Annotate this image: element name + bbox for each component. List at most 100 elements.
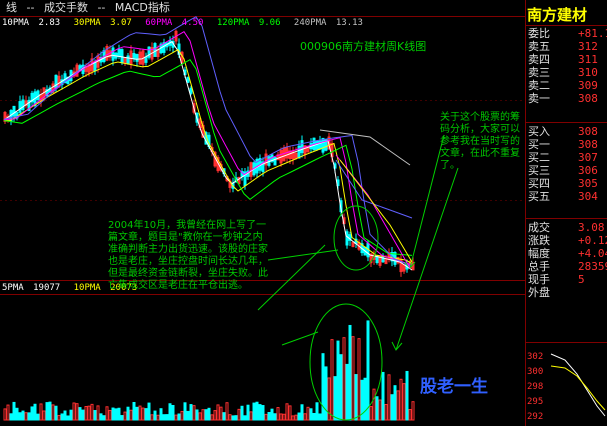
volume-bar [15,407,19,421]
volume-bar [288,405,292,421]
volume-bar [162,414,166,421]
volume-bar [300,404,304,421]
volume-bar [9,413,13,421]
volume-bar [180,410,184,421]
volume-bar [75,403,79,421]
watermark: 股老一生 [420,377,488,397]
quote-value: 312 [578,40,598,53]
quote-value: 307 [578,151,598,164]
quote-value: +0.12 [578,234,607,247]
volume-bar [153,410,157,421]
candle-body [321,137,325,153]
tab-sep-1: -- [26,1,35,14]
volume-bar [129,409,133,421]
quote-row: 买四 305 [528,177,606,190]
volume-bar [279,413,283,421]
volume-bar [21,410,25,421]
volume-bar [342,337,346,421]
quote-value: 309 [578,79,598,92]
volume-bar [243,415,247,421]
volume-bar [195,409,199,421]
quote-label: 委比 [528,27,550,40]
quote-label: 外盘 [528,286,550,299]
volume-bar [36,413,40,421]
mini-chart-tick: 295 [527,397,544,407]
volume-bar [285,403,289,421]
volume-bar [351,336,355,421]
tab-volume[interactable]: 成交手数 [44,1,88,14]
volume-bar [312,412,316,421]
volume-bar [306,406,310,421]
volume-bar [255,401,259,421]
quote-label: 卖五 [528,40,550,53]
volume-bar [405,370,409,421]
volume-bar [123,411,127,421]
volume-bar [273,413,277,421]
volume-bar [87,405,91,421]
volume-bar [72,402,76,421]
quote-label: 买入 [528,125,550,138]
volume-bar [51,404,55,421]
tab-line[interactable]: 线 [6,1,17,14]
quote-row: 外盘 [528,286,606,299]
quote-label: 现手 [528,273,550,286]
volume-bar [261,405,265,421]
volume-bar [117,407,121,421]
volume-bar [366,320,370,421]
candlestick-chart[interactable] [0,0,525,426]
volume-bar [39,403,43,421]
volume-bar [135,406,139,421]
candle-body [345,231,349,246]
tab-macd[interactable]: MACD指标 [115,1,170,14]
quote-value: 311 [578,53,598,66]
volume-bar [108,409,112,421]
volume-bar [387,374,391,421]
quote-value: 308 [578,125,598,138]
volume-bar [78,407,82,421]
volume-bar [381,371,385,421]
stock-name: 南方建材 [527,6,588,24]
volume-bar [90,403,94,421]
quote-row: 总手 28359 [528,260,607,273]
volume-bar [348,324,352,421]
quote-row: 涨跌 +0.12 [528,234,607,247]
quote-row: 幅度 +4.04% [528,247,607,260]
candle-body [21,99,25,110]
candle-body [300,140,304,154]
mini-chart-tick: 298 [527,382,544,392]
quote-label: 卖三 [528,66,550,79]
volume-bar [309,408,313,421]
quote-row: 卖二 309 [528,79,606,92]
quote-row: 成交 3.08 [528,221,606,234]
indicator-tabs: 线 -- 成交手数 -- MACD指标 [0,0,525,16]
candle-body [135,54,139,62]
volume-bar [354,374,358,421]
quote-value: +4.04% [578,247,607,260]
candle-body [144,56,148,63]
volume-bar [45,402,49,421]
volume-bar [165,414,169,421]
volume-bar [276,407,280,421]
volume-bar [33,403,37,421]
volume-bar [399,378,403,421]
quote-value: 3.08 [578,221,605,234]
volume-bar [114,408,118,421]
candle-body [297,145,301,159]
volume-bar [105,406,109,421]
quote-row: 卖五 312 [528,40,606,53]
quote-label: 买三 [528,164,550,177]
volume-bar [231,415,235,421]
volume-bar [330,339,334,421]
volume-bars [3,320,415,421]
volume-bar [321,353,325,421]
volume-bar [315,402,319,421]
volume-bar [369,406,373,421]
volume-bar [336,340,340,421]
quote-label: 卖四 [528,53,550,66]
volume-bar [402,383,406,421]
ma30-label: 30PMA 3.07 [73,18,132,28]
volume-bar [228,414,232,421]
quote-label: 幅度 [528,247,550,260]
mini-chart-tick: 302 [527,352,544,362]
volume-bar [189,404,193,421]
